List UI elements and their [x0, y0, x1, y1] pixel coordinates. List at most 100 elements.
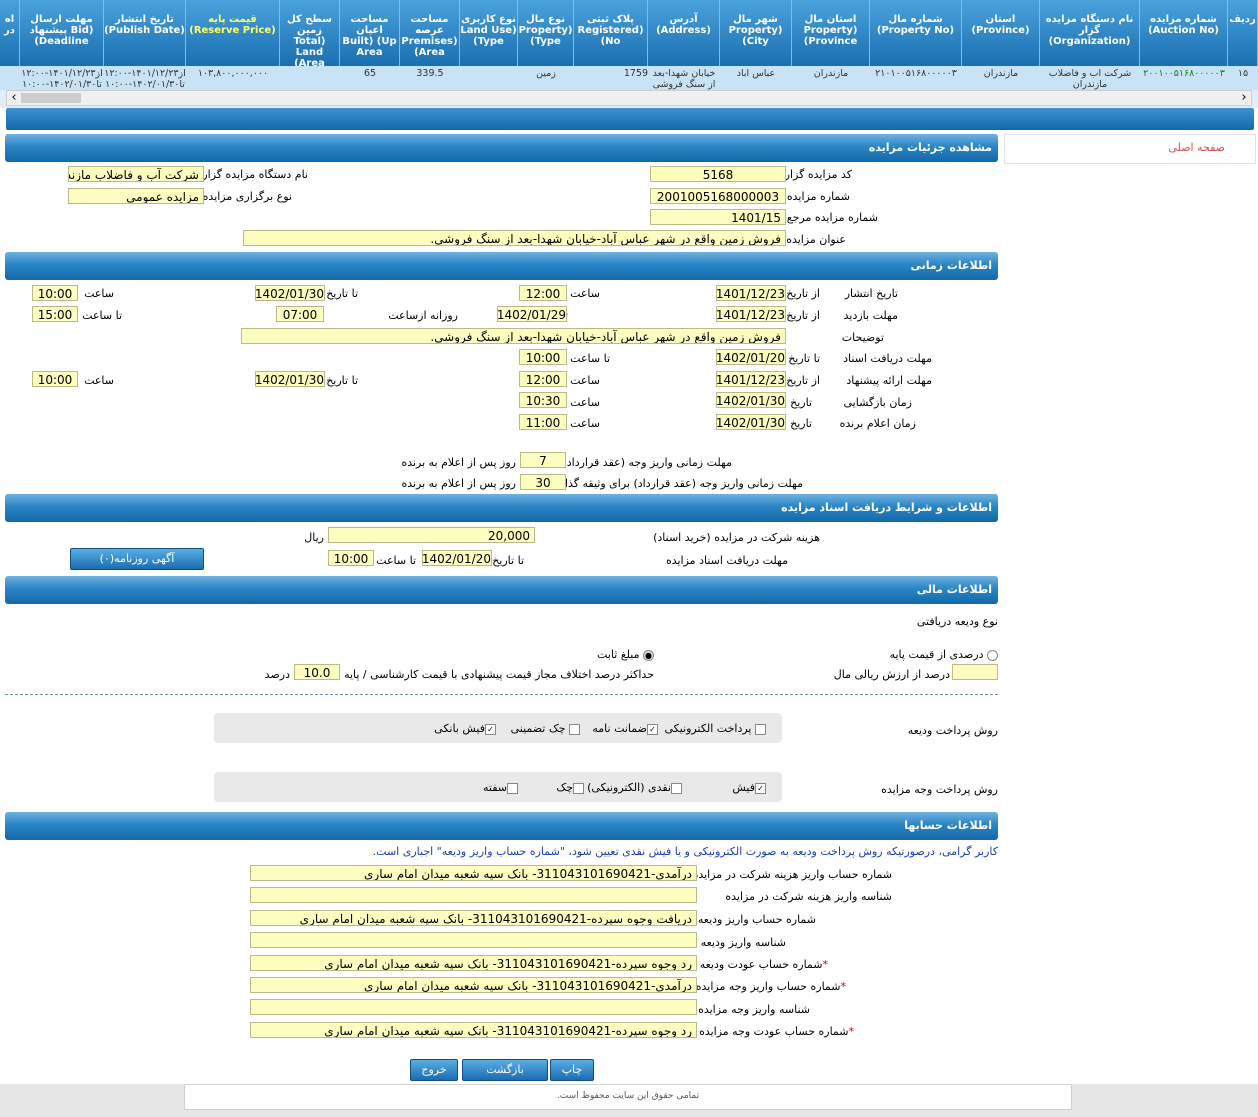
account-deposit-label: شماره حساب واریز ودیعه	[697, 913, 816, 926]
grid-header-total-area[interactable]: سطح کل زمین Total) Land (Area	[280, 0, 340, 66]
guarantee-days-field[interactable]: 30	[520, 474, 566, 490]
winner-date[interactable]: 1402/01/30	[716, 414, 786, 430]
deposit-method-bank-slip[interactable]: ✓فیش بانکی	[434, 722, 496, 735]
row-auction-no[interactable]: ۲۰۰۱۰۰۵۱۶۸۰۰۰۰۰۳	[1140, 68, 1228, 90]
grid-header-extra[interactable]: اه در	[0, 0, 20, 66]
docs-currency: ریال	[304, 531, 324, 544]
account-auction-payment-field[interactable]: درآمدی-311043101690421- بانک سپه شعبه می…	[250, 977, 697, 993]
checkbox[interactable]	[507, 782, 518, 794]
payment-method-cash[interactable]: نقدی (الکترونیکی)	[587, 781, 682, 794]
payment-days-field[interactable]: 7	[520, 452, 566, 468]
grid-header-property-province[interactable]: استان مال Property) (Province	[792, 0, 870, 66]
exit-button[interactable]: خروج	[410, 1059, 458, 1081]
account-deposit-id-field[interactable]	[250, 932, 697, 948]
doc-deadline-date[interactable]: 1402/01/20	[716, 349, 786, 365]
grid-header-province[interactable]: استان (Province)	[962, 0, 1040, 66]
publish-to-date[interactable]: 1402/01/30	[255, 285, 325, 301]
publish-from-date[interactable]: 1401/12/23	[716, 285, 786, 301]
bid-to-date[interactable]: 1402/01/30	[255, 371, 325, 387]
scroll-thumb[interactable]	[21, 93, 81, 103]
payment-method-check[interactable]: چک	[556, 781, 584, 794]
grid-header-built-area[interactable]: مساحت اعیان Built) (Up Area	[340, 0, 400, 66]
checkbox[interactable]	[671, 782, 682, 794]
bid-from-time[interactable]: 12:00	[519, 371, 567, 387]
grid-header-property-type[interactable]: نوع مال Property) (Type	[518, 0, 574, 66]
grid-header-land-use[interactable]: نوع کاربری Land Use) (Type	[460, 0, 518, 66]
max-diff-field[interactable]: 10.0	[294, 664, 340, 680]
back-button[interactable]: بازگشت	[462, 1059, 548, 1081]
checkbox[interactable]	[755, 723, 766, 735]
account-deposit-refund-field[interactable]: رد وجوه سپرده-311043101690421- بانک سپه …	[250, 955, 697, 971]
payment-method-promissory[interactable]: سفته	[483, 781, 518, 794]
row-property-no: ۲۱۰۱۰۰۵۱۶۸۰۰۰۰۰۳	[875, 68, 957, 79]
account-auction-payment-id-field[interactable]	[250, 999, 697, 1015]
visit-to-date[interactable]: 1402/01/29	[497, 306, 567, 322]
account-deposit-field[interactable]: دریافت وجوه سپرده-311043101690421- بانک …	[250, 910, 697, 926]
doc-deadline-time[interactable]: 10:00	[519, 349, 567, 365]
scroll-left-button[interactable]: ‹	[7, 91, 21, 105]
scroll-right-button[interactable]: ›	[1237, 91, 1251, 105]
org-code-field[interactable]: 5168	[650, 166, 786, 182]
account-auction-refund-field[interactable]: رد وجوه سپرده-311043101690421- بانک سپه …	[250, 1022, 697, 1038]
print-button[interactable]: چاپ	[550, 1059, 594, 1081]
section-title: اطلاعات مالی	[916, 583, 992, 596]
deposit-method-electronic[interactable]: پرداخت الکترونیکی	[664, 722, 766, 735]
docs-deadline-time[interactable]: 10:00	[328, 550, 374, 566]
deposit-method-check[interactable]: چک تضمینی	[511, 722, 580, 735]
checkbox[interactable]: ✓	[485, 723, 496, 735]
horizontal-scrollbar[interactable]: ‹ ›	[6, 90, 1252, 106]
checkbox[interactable]: ✓	[647, 723, 658, 735]
time-description-field[interactable]: فروش زمین واقع در شهر عباس آباد-خیابان ش…	[241, 328, 786, 344]
grid-header-deadline[interactable]: مهلت ارسال پیشنهاد Bid) (Deadline	[20, 0, 104, 66]
checkbox[interactable]	[569, 723, 580, 735]
publish-from-time[interactable]: 12:00	[519, 285, 567, 301]
visit-label: مهلت بازدید	[843, 309, 898, 322]
docs-fee-label: هزینه شرکت در مزایده (خرید اسناد)	[653, 531, 820, 544]
checkbox[interactable]	[573, 782, 584, 794]
percent-of-base-radio[interactable]	[987, 649, 998, 661]
newspaper-ad-button[interactable]: آگهی روزنامه(۰)	[70, 548, 204, 570]
bid-from-date[interactable]: 1401/12/23	[716, 371, 786, 387]
winner-time[interactable]: 11:00	[519, 414, 567, 430]
visit-from-date[interactable]: 1401/12/23	[716, 306, 786, 322]
grid-header-auction-no[interactable]: شماره مزایده (Auction No)	[1140, 0, 1228, 66]
visit-daily-to[interactable]: 15:00	[32, 306, 78, 322]
grid-header-reserve-price[interactable]: قیمت پایه (Reserve Price)	[186, 0, 280, 66]
publish-to-time[interactable]: 10:00	[32, 285, 78, 301]
org-name-field[interactable]: شرکت آب و فاضلاب مازندر	[68, 166, 204, 182]
deposit-method-guarantee[interactable]: ✓ضمانت نامه	[592, 722, 658, 735]
fixed-amount-radio[interactable]: ●	[643, 649, 654, 661]
ref-no-field[interactable]: 1401/15	[650, 209, 786, 225]
docs-deadline-date[interactable]: 1402/01/20	[422, 550, 492, 566]
max-diff-label: حداکثر درصد اختلاف مجاز قیمت پیشنهادی با…	[344, 668, 654, 681]
holding-type-field[interactable]: مزایده عمومی	[68, 188, 204, 204]
fixed-amount-option[interactable]: ● مبلغ ثابت	[597, 648, 654, 661]
grid-header-property-no[interactable]: شماره مال (Property No)	[870, 0, 962, 66]
grid-header-address[interactable]: آدرس (Address)	[648, 0, 720, 66]
payment-days-suffix: روز پس از اعلام به برنده	[401, 456, 516, 469]
deposit-method-text: پرداخت الکترونیکی	[664, 722, 752, 735]
visit-daily-from[interactable]: 07:00	[276, 306, 324, 322]
payment-method-slip[interactable]: ✓فیش	[732, 781, 766, 794]
docs-fee-field[interactable]: 20,000	[328, 527, 535, 543]
account-fee-id-field[interactable]	[250, 887, 697, 903]
grid-header-registered-no[interactable]: پلاک ثبتی Registered) (No	[574, 0, 648, 66]
auction-no-field[interactable]: 2001005168000003	[650, 188, 786, 204]
percent-of-value-field[interactable]	[952, 664, 998, 680]
home-link[interactable]: صفحه اصلی	[1168, 141, 1225, 154]
account-fee-field[interactable]: درآمدی-311043101690421- بانک سپه شعبه می…	[250, 865, 697, 881]
table-row[interactable]: ۱۵ ۲۰۰۱۰۰۵۱۶۸۰۰۰۰۰۳ شرکت آب و فاضلاب ماز…	[0, 66, 1258, 90]
auction-title-field[interactable]: فروش زمین واقع در شهر عباس آباد-خیابان ش…	[243, 230, 786, 246]
opening-time[interactable]: 10:30	[519, 392, 567, 408]
checkbox[interactable]: ✓	[755, 782, 766, 794]
grid-header-publish-date[interactable]: تاریخ انتشار (Publish Date)	[104, 0, 186, 66]
bid-to-time[interactable]: 10:00	[32, 371, 78, 387]
grid-header-row-index[interactable]: ردیف	[1228, 0, 1258, 66]
opening-date[interactable]: 1402/01/30	[716, 392, 786, 408]
grid-header-organization[interactable]: نام دستگاه مزایده گزار (Organization)	[1040, 0, 1140, 66]
percent-of-base-option[interactable]: درصدی از قیمت پایه	[890, 648, 998, 661]
grid-header-premises-area[interactable]: مساحت عرصه Premises) (Area	[400, 0, 460, 66]
row-built-area: 65	[363, 68, 377, 79]
grid-header-property-city[interactable]: شهر مال Property) (City	[720, 0, 792, 66]
bid-from-hour-label: ساعت	[570, 374, 600, 387]
